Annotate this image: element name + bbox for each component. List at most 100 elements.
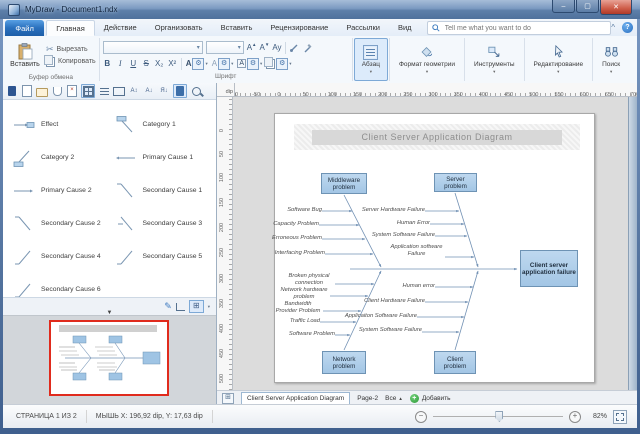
superscript-button[interactable]: X² <box>168 59 177 68</box>
tab-arrange[interactable]: Организовать <box>146 19 212 36</box>
cause-label[interactable]: Software Bug <box>287 207 322 214</box>
eyedropper-icon[interactable] <box>289 43 299 53</box>
shape-item-primary-cause2[interactable]: Primary Cause 2 <box>13 174 111 207</box>
tools-button[interactable]: Инструменты ▾ <box>466 38 523 81</box>
library-new-icon[interactable] <box>21 85 33 97</box>
strikethrough-button[interactable]: S <box>142 59 151 68</box>
category-box-network[interactable]: Network problem <box>322 351 366 374</box>
library-search-icon[interactable] <box>190 85 202 97</box>
page-list-icon[interactable]: ⊞ <box>222 393 234 404</box>
title-bar[interactable]: MyDraw - Document1.ndx – ▢ ✕ <box>0 0 640 19</box>
tab-file[interactable]: Файл <box>5 20 44 36</box>
drawing-canvas[interactable]: Client Server Application Diagram Middle… <box>233 97 628 390</box>
pan-zoom-preview[interactable]: ▼ <box>3 315 216 405</box>
help-icon[interactable]: ? <box>622 22 633 33</box>
tab-home[interactable]: Главная <box>46 20 95 36</box>
search-input[interactable] <box>443 24 607 33</box>
shape-item-category1[interactable]: Category 1 <box>115 108 213 141</box>
fill-style-button[interactable]: ⚙ ▾ <box>266 58 291 70</box>
library-book-icon[interactable] <box>173 84 187 98</box>
tell-me-search[interactable] <box>427 21 612 35</box>
thumbnails-view-icon[interactable] <box>81 84 95 98</box>
grow-font-button[interactable]: A▲ <box>247 43 257 52</box>
all-pages-button[interactable]: Все ▲ <box>385 395 403 402</box>
cause-label[interactable]: Application software Failure <box>388 244 445 257</box>
cause-label[interactable]: Server Hardware Failure <box>362 207 425 214</box>
cause-label[interactable]: Human error <box>402 283 435 290</box>
shape-item-secondary-cause3[interactable]: Secondary Cause 3 <box>115 207 213 240</box>
highlight-color-button[interactable]: A ⚙ ▾ <box>237 58 262 70</box>
tab-mailings[interactable]: Рассылки <box>337 19 389 36</box>
shape-item-primary-cause1[interactable]: Primary Cause 1 <box>115 141 213 174</box>
category-box-client[interactable]: Client problem <box>434 351 476 374</box>
cause-label[interactable]: Network hardware problem <box>278 287 330 300</box>
cause-label[interactable]: Client Hardware Failure <box>364 298 425 305</box>
drawing-page[interactable]: Client Server Application Diagram Middle… <box>274 113 595 383</box>
zoom-slider-thumb[interactable] <box>495 411 503 422</box>
clear-format-button[interactable]: Ay <box>272 43 281 52</box>
underline-button[interactable]: U <box>129 59 138 68</box>
cause-label[interactable]: Bandwidth Provider Problem <box>273 301 323 314</box>
category-box-server[interactable]: Server problem <box>434 173 477 192</box>
cause-label[interactable]: Traffic Load <box>290 318 320 325</box>
layout-mode-icon[interactable]: ⊞ <box>189 300 204 313</box>
sort-desc-icon[interactable]: Я↓ <box>158 85 170 97</box>
shape-item-secondary-cause4[interactable]: Secondary Cause 4 <box>13 240 111 273</box>
maximize-button[interactable]: ▢ <box>576 0 599 13</box>
shape-item-effect[interactable]: Effect <box>13 108 111 141</box>
tab-insert[interactable]: Вставить <box>212 19 262 36</box>
cause-label[interactable]: System Software Failure <box>359 327 422 334</box>
format-brush-icon[interactable] <box>302 43 312 53</box>
cause-label[interactable]: Software Problem <box>289 331 335 338</box>
library-save-icon[interactable] <box>6 85 18 97</box>
connector-icon[interactable] <box>176 303 185 311</box>
effect-box[interactable]: Client server application failure <box>520 250 578 287</box>
shape-item-secondary-cause2[interactable]: Secondary Cause 2 <box>13 207 111 240</box>
shape-item-secondary-cause5[interactable]: Secondary Cause 5 <box>115 240 213 273</box>
cause-label[interactable]: Human Error <box>397 220 430 227</box>
paste-button[interactable]: Вставить <box>6 38 44 73</box>
zoom-slider[interactable] <box>433 411 563 422</box>
library-remove-icon[interactable]: × <box>66 85 78 97</box>
bold-button[interactable]: B <box>103 59 112 68</box>
shape-item-secondary-cause1[interactable]: Secondary Cause 1 <box>115 174 213 207</box>
fit-page-icon[interactable] <box>613 410 627 424</box>
sort-toggle-icon[interactable]: А↕ <box>128 85 140 97</box>
subscript-button[interactable]: X₂ <box>155 59 164 68</box>
preview-viewport[interactable] <box>49 320 169 396</box>
category-box-middleware[interactable]: Middleware problem <box>321 173 367 194</box>
cause-label[interactable]: Applicaiton Software Failure <box>345 313 417 320</box>
collapse-ribbon-icon[interactable]: ^ <box>611 24 615 32</box>
shrink-font-button[interactable]: A▼ <box>260 43 270 52</box>
tab-action[interactable]: Действие <box>95 19 146 36</box>
cause-label[interactable]: Interfacing Problem <box>275 250 325 257</box>
minimize-button[interactable]: – <box>552 0 575 13</box>
close-button[interactable]: ✕ <box>600 0 632 15</box>
font-size-select[interactable]: ▾ <box>206 41 244 54</box>
cause-label[interactable]: Capacity Problem <box>273 221 319 228</box>
zoom-in-icon[interactable]: + <box>569 411 581 423</box>
page-tab-active[interactable]: Client Server Application Diagram <box>241 392 350 405</box>
cause-label[interactable]: System Software Failure <box>372 232 435 239</box>
minibar-dropdown-icon[interactable]: ▾ <box>208 304 210 310</box>
paragraph-button[interactable]: Абзац ▾ <box>354 38 388 81</box>
collapse-preview-icon[interactable]: ▼ <box>107 310 113 316</box>
icons-view-icon[interactable] <box>113 85 125 97</box>
tab-review[interactable]: Рецензирование <box>261 19 337 36</box>
tab-view[interactable]: Вид <box>389 19 421 36</box>
editing-button[interactable]: Редактирование ▾ <box>526 38 592 81</box>
font-color-button[interactable]: A ⚙ ▾ <box>186 58 208 70</box>
edit-pen-icon[interactable]: ✎ <box>164 302 172 311</box>
cut-button[interactable]: ✂ Вырезать <box>46 45 96 54</box>
diagram-title-band[interactable]: Client Server Application Diagram <box>294 124 580 150</box>
format-geometry-button[interactable]: Формат геометрии ▾ <box>391 38 463 81</box>
copy-button[interactable]: Копировать <box>46 57 96 67</box>
search-button[interactable]: Поиск ▾ <box>594 38 628 81</box>
library-open-icon[interactable] <box>36 85 48 97</box>
font-family-select[interactable]: ▾ <box>103 41 203 54</box>
italic-button[interactable]: I <box>116 59 125 68</box>
cause-label[interactable]: Broken physical connection <box>283 273 335 286</box>
cause-label[interactable]: Erroneous Problem <box>272 235 322 242</box>
shape-item-secondary-cause6[interactable]: Secondary Cause 6 <box>13 273 111 297</box>
outline-color-button[interactable]: A ⚙ ▾ <box>212 58 234 70</box>
